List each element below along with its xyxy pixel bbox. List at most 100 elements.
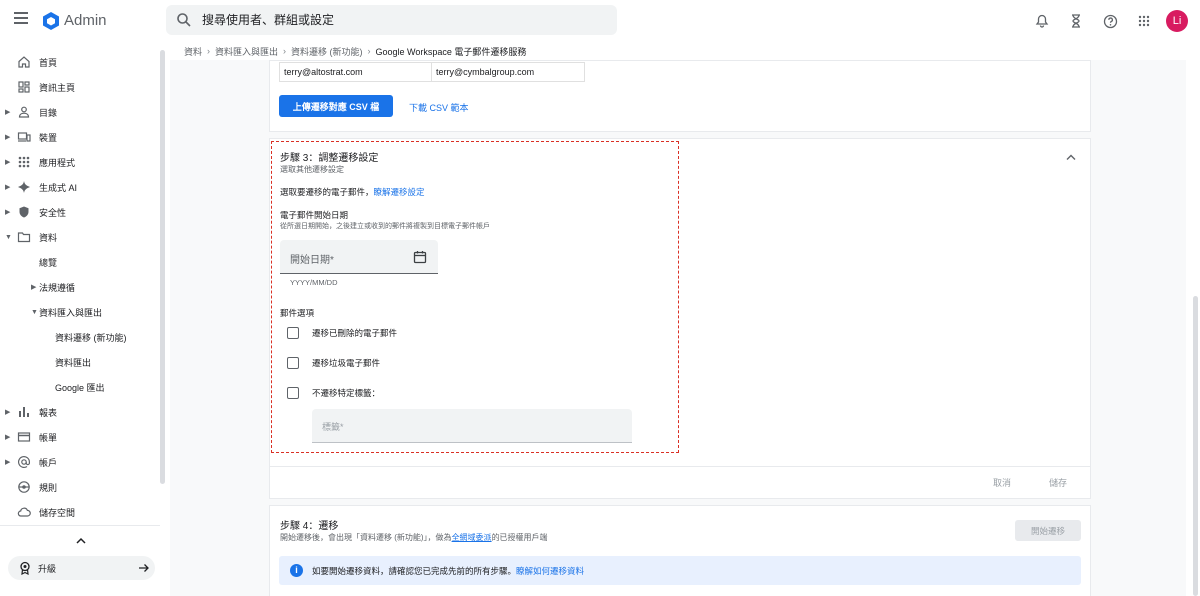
sidebar-item-security[interactable]: ▶ 安全性	[0, 200, 156, 224]
cancel-button[interactable]: 取消	[993, 476, 1011, 489]
sidebar-item-data[interactable]: ▼ 資料	[0, 225, 156, 249]
sidebar-item-apps[interactable]: ▶ 應用程式	[0, 150, 156, 174]
table-cell: terry@cymbalgroup.com	[436, 67, 535, 77]
search-icon	[177, 13, 191, 27]
home-icon	[18, 56, 30, 68]
caret-down-icon: ▼	[31, 308, 38, 316]
option-migrate-spam[interactable]: 遷移垃圾電子郵件	[287, 356, 380, 370]
caret-right-icon: ▶	[5, 209, 11, 216]
search-input[interactable]	[202, 11, 602, 29]
start-date-label: 開始日期*	[290, 255, 334, 266]
breadcrumb-item[interactable]: 資料匯入與匯出	[215, 45, 278, 58]
option-label: 不遷移特定標籤：	[312, 388, 381, 398]
table-cell: terry@altostrat.com	[280, 63, 432, 81]
choose-email-text: 選取要遷移的電子郵件，瞭解遷移設定	[280, 186, 425, 198]
tag-input-field[interactable]: 標籤*	[312, 409, 632, 443]
domain-delegation-link[interactable]: 全網域委派	[452, 533, 492, 542]
main-scrollbar[interactable]	[1193, 296, 1198, 596]
caret-right-icon: ▶	[31, 284, 37, 291]
chevron-up-icon[interactable]	[74, 534, 88, 548]
folder-icon	[17, 232, 31, 243]
start-migration-button[interactable]: 開始遷移	[1015, 520, 1081, 541]
credit-card-icon	[17, 432, 31, 442]
avatar[interactable]: Li	[1166, 10, 1188, 32]
date-format-hint: YYYY/MM/DD	[290, 278, 338, 287]
info-text: 如要開始遷移資料，請確認您已完成先前的所有步驟。瞭解如何遷移資料	[312, 565, 584, 577]
chevron-up-icon[interactable]	[1066, 153, 1076, 161]
sidebar-item-data-export[interactable]: 資料匯出	[0, 350, 156, 374]
badge-icon	[20, 561, 30, 575]
caret-down-icon: ▼	[5, 233, 12, 241]
info-banner: i 如要開始遷移資料，請確認您已完成先前的所有步驟。瞭解如何遷移資料	[279, 556, 1081, 585]
sidebar-item-reports[interactable]: ▶ 報表	[0, 400, 156, 424]
step4-desc-prefix: 開始遷移後，會出現「資料遷移 (新功能)」，做為	[280, 533, 452, 542]
start-date-field[interactable]: 開始日期*	[280, 240, 438, 274]
start-date-heading: 電子郵件開始日期	[280, 210, 349, 220]
sidebar-item-devices[interactable]: ▶ 裝置	[0, 125, 156, 149]
sidebar-item-overview[interactable]: 總覽	[0, 250, 156, 274]
apps-grid-icon[interactable]	[1132, 9, 1156, 33]
option-label: 遷移已刪除的電子郵件	[312, 328, 398, 338]
bar-chart-icon	[19, 407, 29, 417]
notifications-icon[interactable]	[1030, 9, 1054, 33]
checkbox[interactable]	[287, 387, 299, 399]
sidebar-item-directory[interactable]: ▶ 目錄	[0, 100, 156, 124]
sidebar-item-home[interactable]: 首頁	[0, 50, 156, 74]
main-menu-icon[interactable]	[14, 12, 30, 28]
sidebar-item-google-export[interactable]: Google 匯出	[0, 375, 156, 399]
breadcrumb: 資料 › 資料匯入與匯出 › 資料遷移 (新功能) › Google Works…	[184, 44, 526, 58]
info-message: 如要開始遷移資料，請確認您已完成先前的所有步驟。	[312, 566, 517, 576]
checkbox[interactable]	[287, 327, 299, 339]
learn-migration-link[interactable]: 瞭解如何遷移資料	[516, 566, 584, 576]
sidebar-item-account[interactable]: ▶ 帳戶	[0, 450, 156, 474]
caret-right-icon: ▶	[5, 184, 11, 191]
caret-right-icon: ▶	[5, 159, 11, 166]
step4-title: 步驟 4：遷移	[280, 521, 339, 532]
arrow-right-icon	[139, 564, 149, 572]
sidebar: 首頁 資訊主頁 ▶ 目錄 ▶ 裝置 ▶ 應用程式 ▶ 生成式 AI ▶ 安全性 …	[0, 42, 160, 596]
breadcrumb-current: Google Workspace 電子郵件遷移服務	[375, 46, 527, 57]
upgrade-button[interactable]: 升級	[8, 556, 155, 580]
sidebar-item-billing[interactable]: ▶ 帳單	[0, 425, 156, 449]
sidebar-scrollbar[interactable]	[160, 50, 165, 484]
caret-right-icon: ▶	[5, 109, 11, 116]
hourglass-icon[interactable]	[1064, 9, 1088, 33]
sidebar-item-data-migration[interactable]: 資料遷移 (新功能)	[0, 325, 156, 349]
at-sign-icon	[18, 456, 30, 468]
top-bar: Admin Li	[0, 0, 1200, 42]
step4-desc-suffix: 的已授權用戶端	[491, 533, 548, 542]
sidebar-item-data-import-export[interactable]: ▼ 資料匯入與匯出	[0, 300, 156, 324]
csv-mapping-table: terry@altostrat.com terry@cymbalgroup.co…	[279, 62, 585, 82]
person-icon	[18, 106, 30, 118]
chevron-right-icon: ›	[283, 46, 287, 56]
save-button[interactable]: 儲存	[1049, 476, 1067, 489]
upload-csv-button[interactable]: 上傳遷移對應 CSV 檔	[279, 95, 393, 117]
calendar-icon[interactable]	[413, 250, 427, 264]
caret-right-icon: ▶	[5, 434, 11, 441]
choose-email-label: 選取要遷移的電子郵件，	[280, 187, 374, 197]
sidebar-item-rules[interactable]: 規則	[0, 475, 156, 499]
sidebar-item-dashboard[interactable]: 資訊主頁	[0, 75, 156, 99]
caret-right-icon: ▶	[5, 459, 11, 466]
info-icon: i	[290, 564, 303, 577]
learn-settings-link[interactable]: 瞭解遷移設定	[374, 187, 425, 197]
breadcrumb-item[interactable]: 資料	[184, 45, 202, 58]
checkbox[interactable]	[287, 357, 299, 369]
sparkle-icon	[18, 181, 30, 193]
step4-description: 開始遷移後，會出現「資料遷移 (新功能)」，做為全網域委派的已授權用戶端	[280, 532, 548, 543]
tag-placeholder: 標籤*	[322, 422, 344, 432]
card-footer-divider	[269, 466, 1090, 467]
option-migrate-deleted[interactable]: 遷移已刪除的電子郵件	[287, 326, 397, 340]
sidebar-item-storage[interactable]: 儲存空間	[0, 500, 156, 524]
shield-icon	[19, 206, 29, 218]
chevron-right-icon: ›	[207, 46, 211, 56]
search-bar[interactable]	[166, 5, 617, 35]
sidebar-item-generative-ai[interactable]: ▶ 生成式 AI	[0, 175, 156, 199]
apps-icon	[18, 156, 30, 168]
download-csv-link[interactable]: 下載 CSV 範本	[409, 101, 469, 114]
sidebar-item-compliance[interactable]: ▶ 法規遵循	[0, 275, 156, 299]
breadcrumb-item[interactable]: 資料遷移 (新功能)	[291, 45, 363, 58]
mail-options-heading: 郵件選項	[280, 308, 315, 318]
help-icon[interactable]	[1098, 9, 1122, 33]
option-exclude-labels[interactable]: 不遷移特定標籤：	[287, 386, 380, 400]
